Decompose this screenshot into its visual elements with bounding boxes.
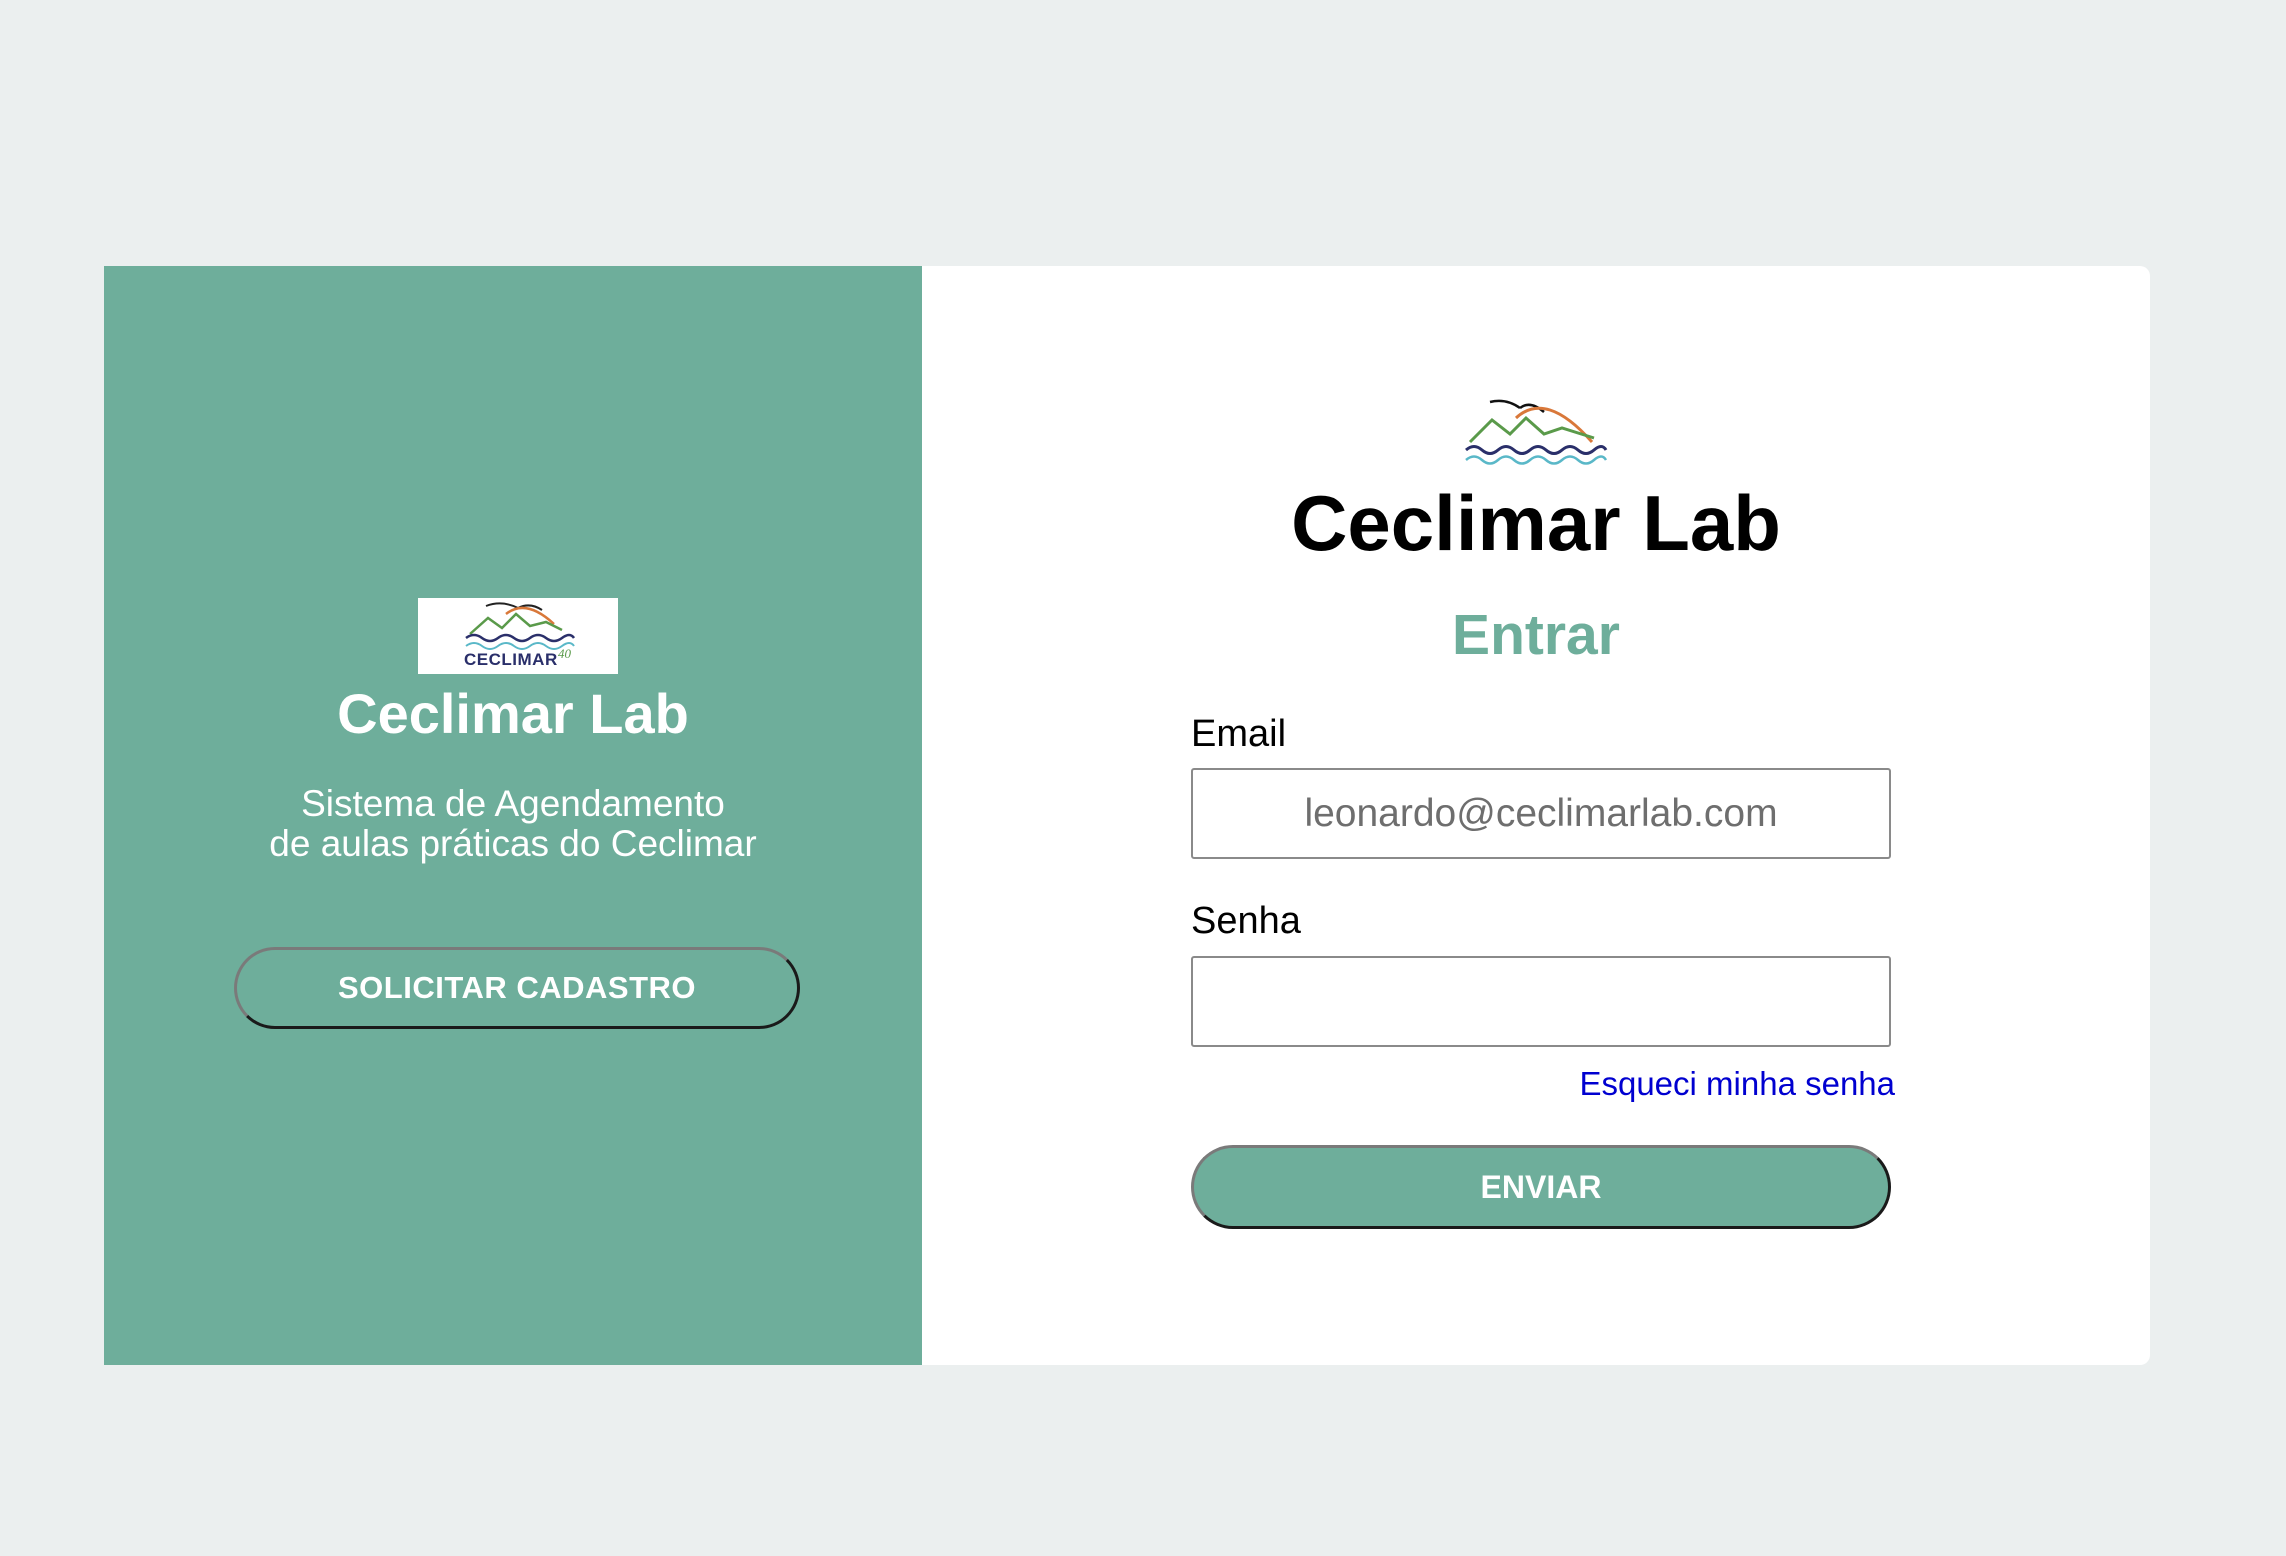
app-description-line-2: de aulas práticas do Ceclimar	[269, 823, 757, 864]
logo-badge: 40	[558, 646, 571, 661]
ceclimar-logo-icon: CECLIMAR 40	[418, 598, 618, 674]
ceclimar-waves-logo-icon	[1454, 398, 1624, 478]
forgot-password-link[interactable]: Esqueci minha senha	[1579, 1065, 1895, 1103]
email-label: Email	[1191, 713, 1287, 755]
submit-button[interactable]: ENVIAR	[1191, 1145, 1891, 1229]
welcome-panel: CECLIMAR 40 Ceclimar Lab Sistema de Agen…	[104, 266, 922, 1365]
signin-heading: Entrar	[1452, 603, 1620, 667]
request-registration-button[interactable]: SOLICITAR CADASTRO	[234, 947, 800, 1029]
password-label: Senha	[1191, 900, 1301, 942]
left-app-title: Ceclimar Lab	[337, 682, 689, 745]
password-field[interactable]	[1191, 956, 1891, 1047]
login-card: CECLIMAR 40 Ceclimar Lab Sistema de Agen…	[104, 266, 2150, 1365]
app-description-line-1: Sistema de Agendamento	[301, 783, 725, 824]
app-description: Sistema de Agendamento de aulas práticas…	[104, 784, 922, 864]
logo-wordmark: CECLIMAR	[464, 650, 558, 669]
email-field[interactable]: leonardo@ceclimarlab.com	[1191, 768, 1891, 859]
login-panel: Ceclimar Lab Entrar Email leonardo@cecli…	[922, 266, 2150, 1365]
app-title: Ceclimar Lab	[1291, 479, 1781, 567]
